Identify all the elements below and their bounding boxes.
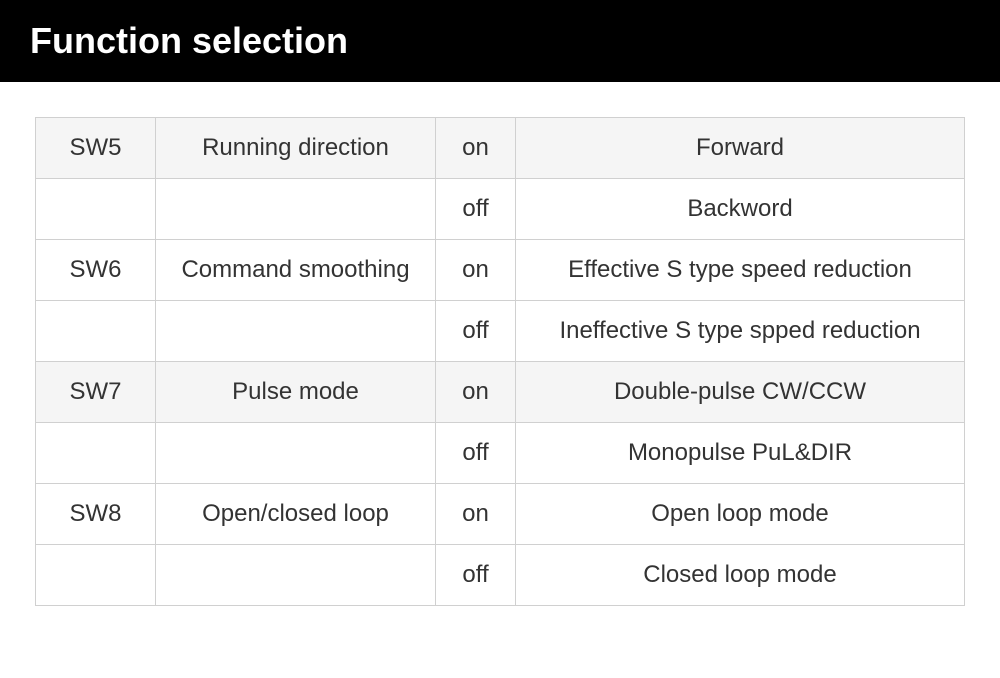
table-row: offBackword bbox=[36, 179, 965, 240]
state-cell: off bbox=[436, 423, 516, 484]
function-cell bbox=[156, 545, 436, 606]
table-row: SW6Command smoothingonEffective S type s… bbox=[36, 240, 965, 301]
table-row: offClosed loop mode bbox=[36, 545, 965, 606]
switch-cell bbox=[36, 545, 156, 606]
state-cell: on bbox=[436, 118, 516, 179]
description-cell: Backword bbox=[516, 179, 965, 240]
function-cell bbox=[156, 301, 436, 362]
page-title: Function selection bbox=[0, 0, 1000, 82]
function-cell bbox=[156, 423, 436, 484]
state-cell: on bbox=[436, 240, 516, 301]
description-cell: Forward bbox=[516, 118, 965, 179]
switch-cell: SW7 bbox=[36, 362, 156, 423]
state-cell: off bbox=[436, 179, 516, 240]
switch-cell bbox=[36, 301, 156, 362]
switch-cell: SW6 bbox=[36, 240, 156, 301]
function-cell: Command smoothing bbox=[156, 240, 436, 301]
description-cell: Effective S type speed reduction bbox=[516, 240, 965, 301]
description-cell: Ineffective S type spped reduction bbox=[516, 301, 965, 362]
description-cell: Closed loop mode bbox=[516, 545, 965, 606]
table-row: SW8Open/closed looponOpen loop mode bbox=[36, 484, 965, 545]
table-row: offIneffective S type spped reduction bbox=[36, 301, 965, 362]
description-cell: Double-pulse CW/CCW bbox=[516, 362, 965, 423]
description-cell: Monopulse PuL&DIR bbox=[516, 423, 965, 484]
switch-cell bbox=[36, 423, 156, 484]
switch-cell: SW8 bbox=[36, 484, 156, 545]
state-cell: off bbox=[436, 301, 516, 362]
state-cell: on bbox=[436, 362, 516, 423]
table-container: SW5Running directiononForwardoffBackword… bbox=[0, 82, 1000, 606]
table-row: SW7Pulse modeonDouble-pulse CW/CCW bbox=[36, 362, 965, 423]
function-cell: Running direction bbox=[156, 118, 436, 179]
switch-cell bbox=[36, 179, 156, 240]
switch-cell: SW5 bbox=[36, 118, 156, 179]
function-table: SW5Running directiononForwardoffBackword… bbox=[35, 117, 965, 606]
table-row: offMonopulse PuL&DIR bbox=[36, 423, 965, 484]
function-cell: Pulse mode bbox=[156, 362, 436, 423]
state-cell: off bbox=[436, 545, 516, 606]
function-cell: Open/closed loop bbox=[156, 484, 436, 545]
function-cell bbox=[156, 179, 436, 240]
state-cell: on bbox=[436, 484, 516, 545]
table-row: SW5Running directiononForward bbox=[36, 118, 965, 179]
description-cell: Open loop mode bbox=[516, 484, 965, 545]
